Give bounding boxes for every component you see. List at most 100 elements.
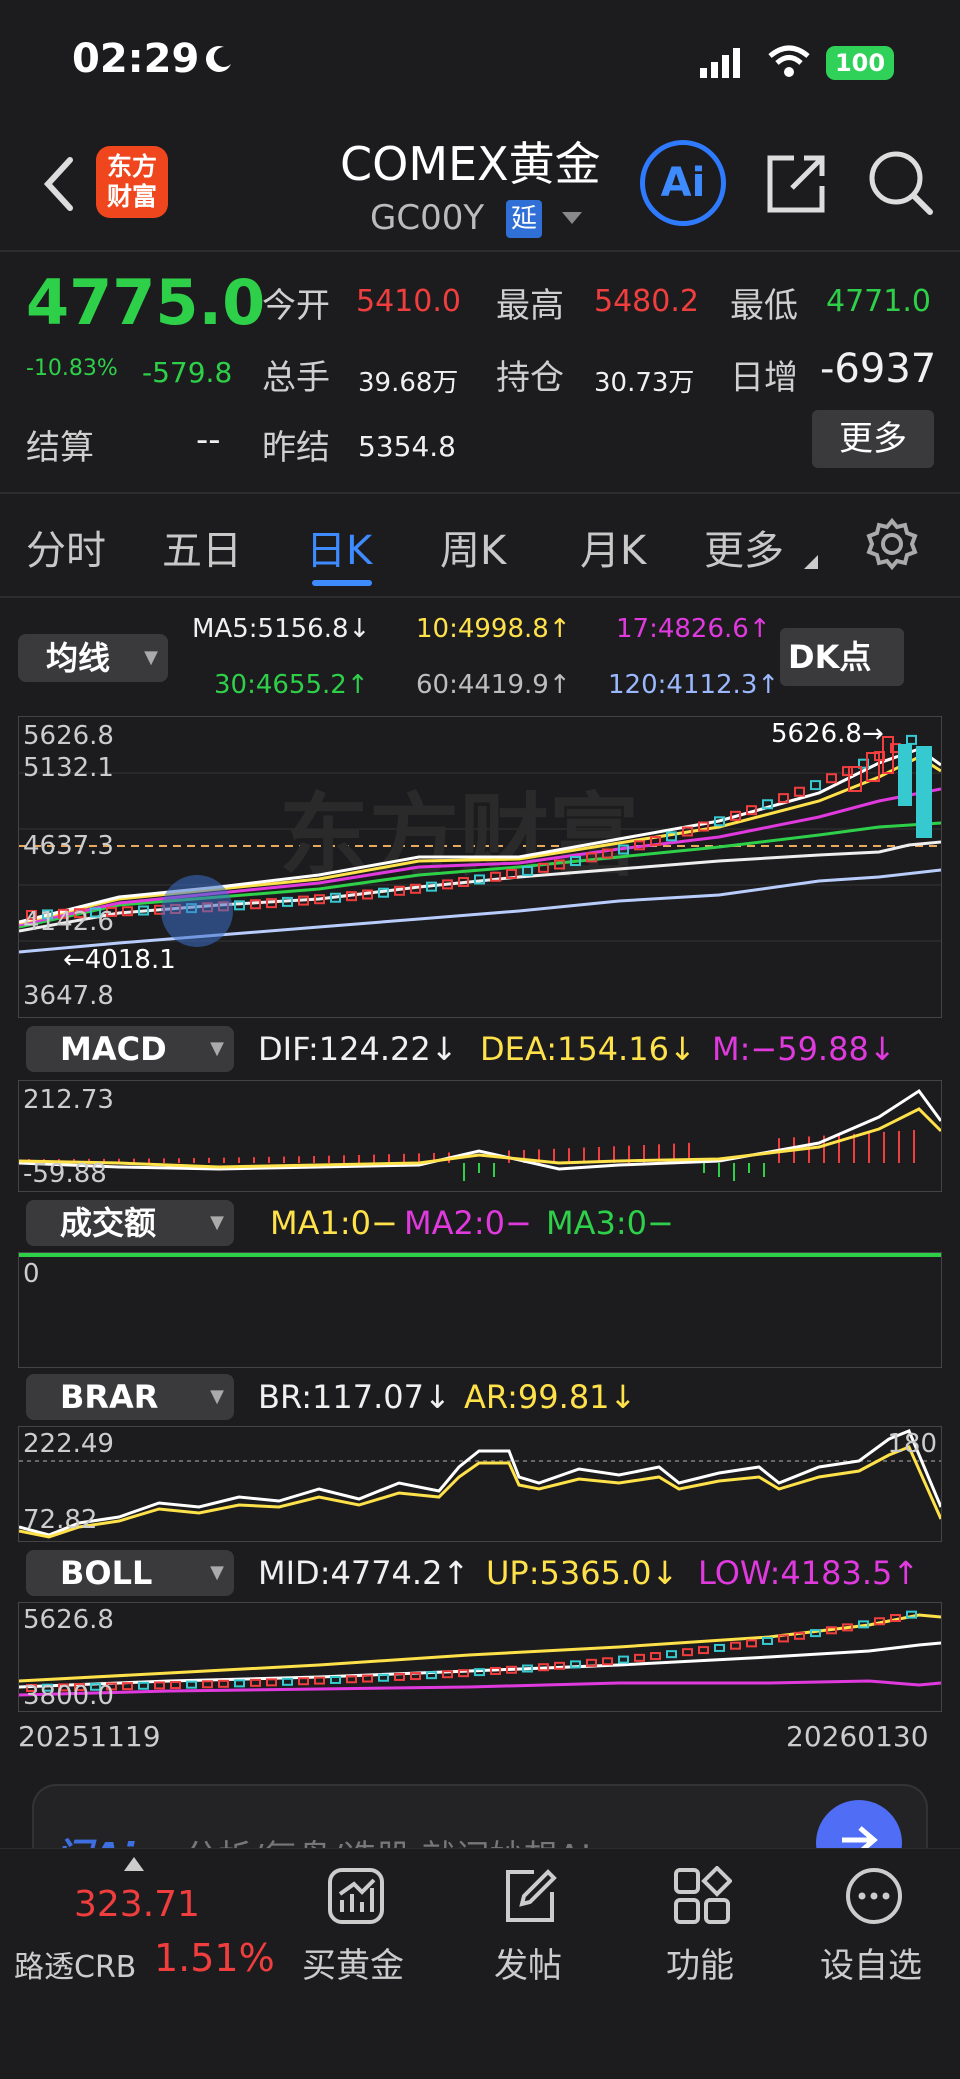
functions-icon[interactable] [672, 1865, 733, 1926]
kline-y3: 4637.3 [23, 831, 114, 861]
date-end: 20260130 [786, 1720, 929, 1753]
search-icon[interactable] [866, 148, 936, 218]
more-dots-icon[interactable] [844, 1866, 904, 1926]
back-icon[interactable] [38, 154, 78, 214]
nav-buy-gold[interactable]: 买黄金 [302, 1938, 404, 1987]
kline-chart[interactable]: 东方财富 5626.8 5132.1 4637.3 4142.6 3647.8 … [18, 716, 942, 1018]
nav-add-watchlist[interactable]: 设自选 [820, 1938, 922, 1987]
moon-icon [204, 44, 234, 74]
tab-weekly-k[interactable]: 周K [440, 518, 506, 576]
high-label: 最高 [496, 286, 564, 326]
macd-selector[interactable]: MACD ▼ [26, 1026, 234, 1072]
boll-candle [746, 1639, 757, 1648]
open-label: 今开 [262, 286, 330, 326]
volume-y: 0 [23, 1259, 40, 1289]
ma5-value: MA5:5156.8↓ [192, 614, 371, 644]
candle [842, 766, 853, 777]
change-percent: -10.83% [26, 356, 118, 381]
ma-selector[interactable]: 均线 ▼ [18, 634, 168, 682]
ma60-value: 60:4419.9↑ [416, 670, 571, 700]
settle-value: -- [196, 420, 221, 460]
page-title: COMEX黄金 [340, 137, 601, 191]
prev-settle-value: 5354.8 [358, 430, 456, 463]
crb-percent[interactable]: 1.51% [154, 1936, 275, 1980]
ma10-value: 10:4998.8↑ [416, 614, 571, 644]
tab-daily-k[interactable]: 日K [306, 518, 372, 576]
more-quote-button[interactable]: 更多 [812, 410, 934, 468]
ai-button[interactable]: Ai [640, 140, 726, 226]
nav-functions[interactable]: 功能 [666, 1938, 734, 1987]
crb-caret-icon [124, 1856, 144, 1871]
brar-ytop: 222.49 [23, 1429, 114, 1459]
boll-candle [298, 1677, 309, 1686]
boll-candle [266, 1678, 277, 1687]
ma120-value: 120:4112.3↑ [608, 670, 780, 700]
boll-candle [426, 1671, 437, 1680]
candle [898, 744, 912, 806]
macd-dif: DIF:124.22↓ [258, 1030, 458, 1068]
tab-more[interactable]: 更多 [704, 518, 784, 576]
caret-down-icon: ▼ [210, 1562, 224, 1583]
boll-candle [682, 1648, 693, 1657]
boll-candle [282, 1677, 293, 1686]
settings-icon[interactable] [866, 517, 918, 571]
app-logo: 东方 财富 [96, 146, 168, 218]
boll-candle [698, 1646, 709, 1655]
candle [906, 734, 917, 745]
caret-down-icon: ▼ [210, 1386, 224, 1407]
prev-settle-label: 昨结 [262, 428, 330, 468]
boll-candle [794, 1631, 805, 1640]
boll-ytop: 5626.8 [23, 1605, 114, 1635]
boll-selector-label: BOLL [60, 1554, 153, 1592]
settle-label: 结算 [26, 428, 94, 468]
macd-ytop: 212.73 [23, 1085, 114, 1115]
candle [826, 773, 837, 784]
boll-candle [714, 1643, 725, 1652]
kline-y5: 3647.8 [23, 981, 114, 1011]
candle [810, 780, 821, 791]
last-price: 4775.0 [26, 266, 266, 339]
boll-candle [250, 1678, 261, 1687]
boll-candle [618, 1655, 629, 1664]
boll-candle [458, 1669, 469, 1678]
tab-intraday[interactable]: 分时 [26, 518, 106, 576]
boll-selector[interactable]: BOLL ▼ [26, 1550, 234, 1596]
boll-candle [346, 1675, 357, 1684]
open-interest-value: 30.73万 [594, 368, 695, 398]
buy-gold-icon[interactable] [326, 1866, 386, 1926]
crb-value[interactable]: 323.71 [74, 1884, 200, 1925]
boll-candle [234, 1679, 245, 1688]
boll-candle [218, 1679, 229, 1688]
boll-candle [442, 1670, 453, 1679]
volume-selector[interactable]: 成交额 ▼ [26, 1200, 234, 1246]
kline-low-marker: ←4018.1 [63, 945, 176, 975]
macd-chart: 212.73 -59.88 [18, 1080, 942, 1192]
brar-selector[interactable]: BRAR ▼ [26, 1374, 234, 1420]
boll-candle [202, 1680, 213, 1689]
tab-five-day[interactable]: 五日 [162, 518, 242, 576]
open-interest-label: 持仓 [496, 358, 564, 398]
boll-candle [666, 1650, 677, 1659]
boll-candle [602, 1657, 613, 1666]
boll-candle [138, 1681, 149, 1690]
nav-post[interactable]: 发帖 [494, 1938, 562, 1987]
brar-br: BR:117.07↓ [258, 1378, 451, 1416]
crb-name[interactable]: 路透CRB [14, 1942, 136, 1986]
dk-point-button[interactable]: DK点 [780, 628, 904, 686]
contract-dropdown-icon[interactable] [560, 210, 584, 226]
change-amount: -579.8 [142, 356, 233, 389]
boll-candle [410, 1672, 421, 1681]
ma17-value: 17:4826.6↑ [616, 614, 771, 644]
tab-monthly-k[interactable]: 月K [580, 518, 646, 576]
logo-bottom: 财富 [106, 182, 157, 211]
volume-selector-label: 成交额 [60, 1204, 157, 1242]
low-value: 4771.0 [826, 284, 931, 319]
delay-badge: 延 [506, 200, 542, 238]
boll-candle [650, 1652, 661, 1661]
logo-top: 东方 [106, 152, 157, 181]
contract-code[interactable]: GC00Y [370, 198, 484, 238]
volume-ma2: MA2:0− [404, 1204, 532, 1242]
share-icon[interactable] [764, 150, 830, 216]
ma30-value: 30:4655.2↑ [214, 670, 369, 700]
post-icon[interactable] [500, 1866, 560, 1926]
